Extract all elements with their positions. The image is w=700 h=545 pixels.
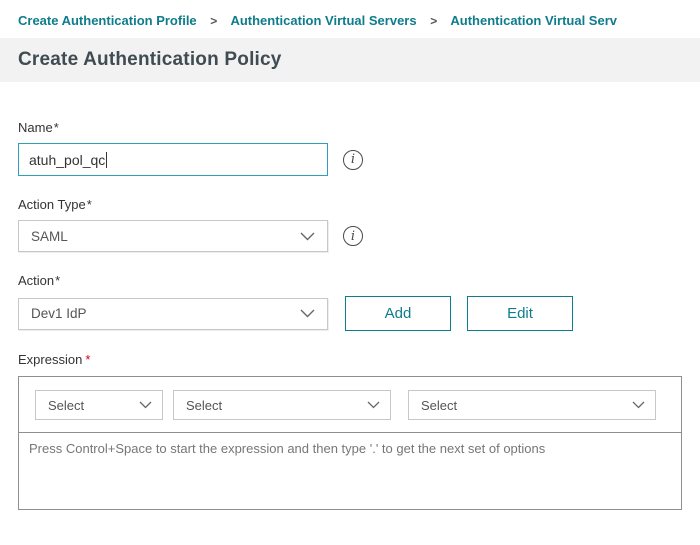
info-icon[interactable]: i [343, 226, 363, 246]
action-field: Action* Dev1 IdP Add Edit [18, 273, 700, 331]
action-type-selected-value: SAML [31, 229, 68, 244]
breadcrumb-link-create-authentication-profile[interactable]: Create Authentication Profile [18, 13, 197, 28]
create-auth-policy-page: Create Authentication Profile > Authenti… [0, 0, 700, 510]
text-cursor [106, 152, 107, 168]
breadcrumb-separator-icon: > [430, 14, 437, 28]
expression-select-2[interactable]: Select [173, 390, 391, 420]
breadcrumb: Create Authentication Profile > Authenti… [0, 0, 700, 38]
required-mark: * [55, 273, 60, 288]
breadcrumb-link-authentication-virtual-servers[interactable]: Authentication Virtual Servers [230, 13, 416, 28]
expression-label: Expression* [18, 352, 700, 367]
required-mark: * [54, 120, 59, 135]
expression-input[interactable]: Press Control+Space to start the express… [19, 432, 681, 509]
action-select[interactable]: Dev1 IdP [18, 298, 328, 330]
expression-select-3[interactable]: Select [408, 390, 656, 420]
chevron-down-icon [632, 401, 645, 409]
auth-policy-form: Name* atuh_pol_qc i Action Type* SAML i [0, 120, 700, 510]
action-label: Action* [18, 273, 700, 288]
info-icon[interactable]: i [343, 150, 363, 170]
action-type-label: Action Type* [18, 197, 700, 212]
edit-button[interactable]: Edit [467, 296, 573, 331]
breadcrumb-separator-icon: > [210, 14, 217, 28]
expression-select-2-value: Select [186, 398, 222, 413]
chevron-down-icon [300, 309, 315, 318]
action-selected-value: Dev1 IdP [31, 306, 87, 321]
required-mark: * [85, 352, 90, 367]
name-label: Name* [18, 120, 700, 135]
add-button[interactable]: Add [345, 296, 451, 331]
page-header: Create Authentication Policy [0, 38, 700, 82]
expression-select-1[interactable]: Select [35, 390, 163, 420]
name-field: Name* atuh_pol_qc i [18, 120, 700, 176]
breadcrumb-link-authentication-virtual-servers-2[interactable]: Authentication Virtual Serv [450, 13, 617, 28]
name-input[interactable]: atuh_pol_qc [18, 143, 328, 176]
expression-toolbar: Select Select Select [19, 377, 681, 432]
required-mark: * [87, 197, 92, 212]
chevron-down-icon [300, 232, 315, 241]
chevron-down-icon [139, 401, 152, 409]
action-type-field: Action Type* SAML i [18, 197, 700, 252]
expression-select-3-value: Select [421, 398, 457, 413]
page-title: Create Authentication Policy [18, 49, 282, 71]
expression-field: Expression* Select Select [18, 352, 700, 510]
name-input-value: atuh_pol_qc [29, 152, 105, 168]
expression-editor-box: Select Select Select [18, 376, 682, 510]
action-type-select[interactable]: SAML [18, 220, 328, 252]
chevron-down-icon [367, 401, 380, 409]
expression-select-1-value: Select [48, 398, 84, 413]
expression-placeholder: Press Control+Space to start the express… [29, 441, 545, 456]
